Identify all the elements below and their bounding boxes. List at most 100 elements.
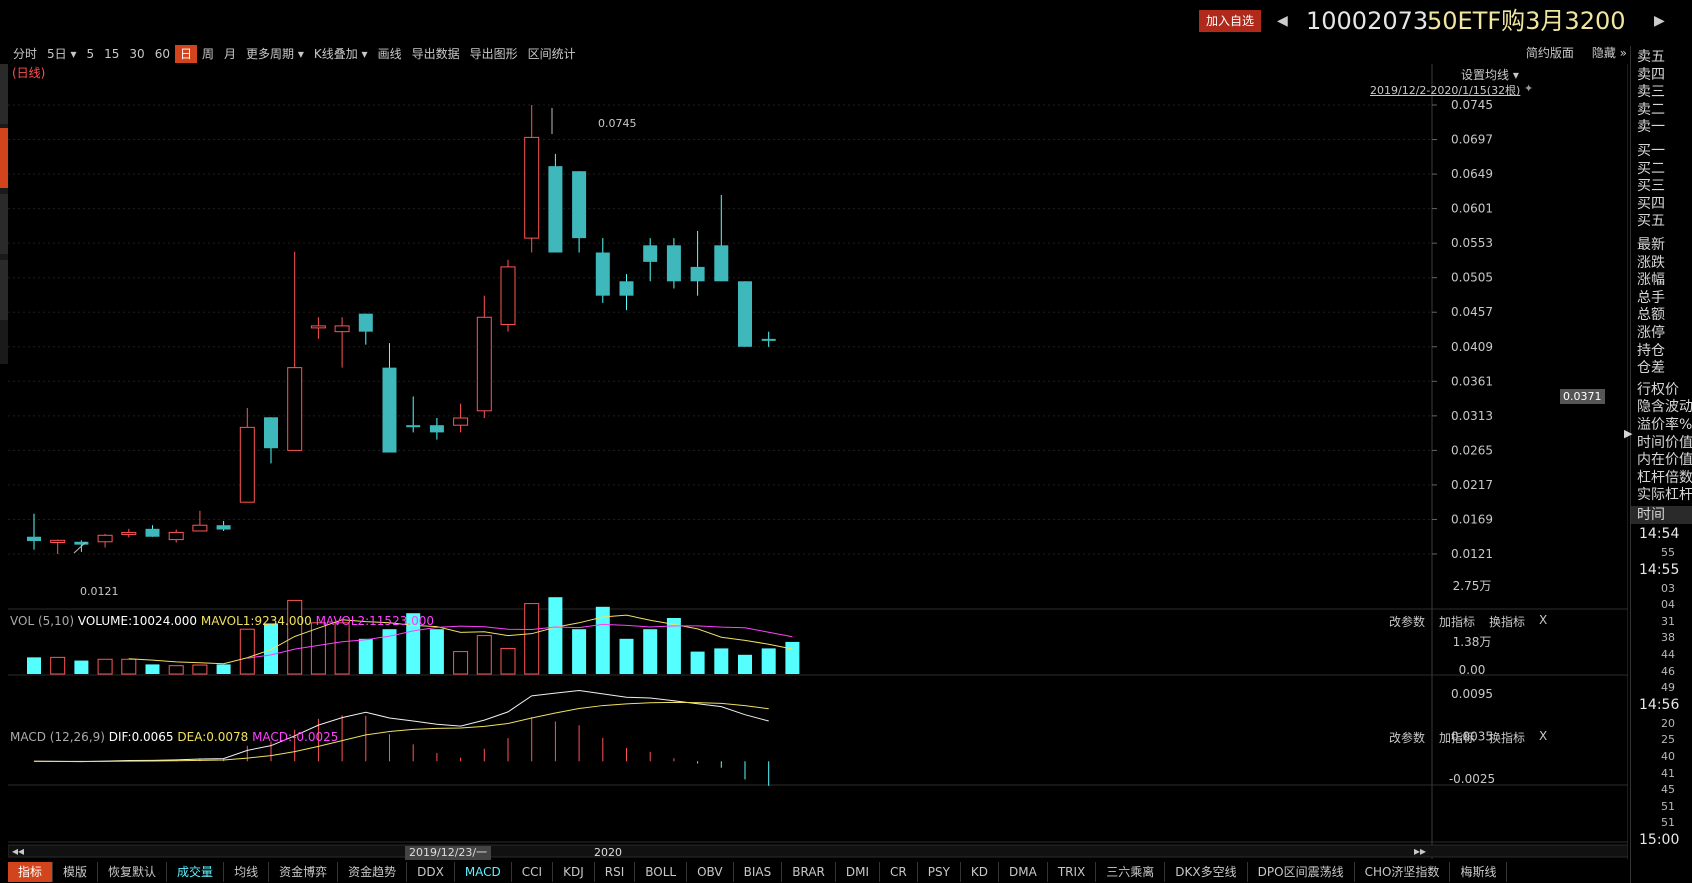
indicator-tab[interactable]: CCI	[512, 862, 554, 882]
vol-change-indicator-button[interactable]: 换指标	[1489, 613, 1525, 630]
vol-close-button[interactable]: X	[1539, 613, 1547, 630]
indicator-tab[interactable]: 均线	[224, 862, 270, 882]
quote-label: 卖三	[1637, 84, 1665, 101]
toolbar-item[interactable]: 15	[99, 45, 124, 63]
indicator-tab[interactable]: 资金博弈	[269, 862, 339, 882]
toolbar-item[interactable]: 30	[124, 45, 149, 63]
toolbar-item[interactable]: 分时	[8, 45, 42, 63]
set-ma-dropdown[interactable]: 设置均线 ▾	[1461, 66, 1519, 83]
pin-icon[interactable]: ✦	[1524, 82, 1533, 95]
indicator-tab[interactable]: 资金趋势	[338, 862, 408, 882]
toolbar-item[interactable]: 月	[219, 45, 241, 63]
macd-change-indicator-button[interactable]: 换指标	[1489, 729, 1525, 746]
candle-body	[264, 417, 278, 449]
quote-label: 卖一	[1637, 119, 1665, 136]
indicator-tab[interactable]: 梅斯线	[1450, 862, 1508, 882]
indicator-tab[interactable]: CR	[880, 862, 918, 882]
vol-mavol2: MAVOL2:11523.000	[315, 614, 435, 628]
simple-layout-button[interactable]: 简约版面	[1521, 44, 1579, 62]
indicator-tab[interactable]: CHO济坚指数	[1355, 862, 1451, 882]
tick-time: 49	[1661, 681, 1675, 695]
macd-edit-params-button[interactable]: 改参数	[1389, 729, 1425, 746]
toolbar-item[interactable]: K线叠加 ▾	[309, 45, 373, 63]
volume-bar	[619, 638, 634, 674]
vol-volume: VOLUME:10024.000	[77, 614, 198, 628]
indicator-tab[interactable]: KD	[961, 862, 1000, 882]
hide-panel-button[interactable]: 隐藏 »	[1587, 44, 1632, 62]
toolbar-right: 简约版面 隐藏 »	[1521, 44, 1632, 62]
candle-body	[192, 524, 208, 532]
scroll-left-icon: ◂◂	[12, 844, 24, 858]
vol-edit-params-button[interactable]: 改参数	[1389, 613, 1425, 630]
indicator-tab[interactable]: MACD	[455, 862, 512, 882]
indicator-tab[interactable]: DKX多空线	[1165, 862, 1248, 882]
tick-time: 40	[1661, 750, 1675, 763]
indicator-tab[interactable]: RSI	[595, 862, 636, 882]
panel-toggle-icon[interactable]: ▶	[1624, 426, 1632, 442]
quote-label: 总额	[1637, 307, 1665, 324]
low-price-annotation: 0.0121	[80, 585, 119, 598]
indicator-tab[interactable]: DDX	[407, 862, 455, 882]
quote-label: 卖四	[1637, 66, 1665, 83]
indicator-tab[interactable]: KDJ	[553, 862, 595, 882]
toolbar-item[interactable]: 5	[82, 45, 100, 63]
candle-body	[334, 325, 350, 333]
toolbar-item[interactable]: 5日 ▾	[42, 45, 81, 63]
toolbar-item[interactable]: 导出图形	[465, 45, 523, 63]
volume-bar	[572, 629, 587, 674]
indicator-tab[interactable]: 指标	[8, 862, 54, 882]
toolbar-item[interactable]: 区间统计	[523, 45, 581, 63]
indicator-tab[interactable]: DMI	[836, 862, 881, 882]
quote-label: 持仓	[1637, 342, 1665, 359]
left-rail[interactable]	[0, 64, 8, 364]
next-security-icon[interactable]: ▶	[1654, 10, 1666, 32]
candle-body	[619, 281, 634, 296]
volume-bar	[500, 647, 516, 675]
price-tick-label: 0.0361	[1451, 374, 1493, 388]
candle-body	[738, 281, 752, 347]
indicator-tab[interactable]: PSY	[918, 862, 961, 882]
volume-bar	[358, 638, 373, 674]
tick-time: 03	[1661, 581, 1675, 595]
tick-time: 14:54	[1639, 526, 1680, 542]
indicator-tab[interactable]: DPO区间震荡线	[1248, 862, 1355, 882]
volume-bar	[264, 623, 278, 674]
volume-bar	[168, 665, 184, 675]
toolbar-item[interactable]: 画线	[373, 45, 407, 63]
indicator-tab[interactable]: BRAR	[782, 862, 836, 882]
vol-add-indicator-button[interactable]: 加指标	[1439, 613, 1475, 630]
scroll-right-icon: ▸▸	[1414, 844, 1426, 858]
volume-bar	[50, 656, 66, 675]
macd-name: MACD (12,26,9)	[10, 730, 105, 744]
volume-ma-line	[247, 623, 793, 659]
current-price-tag: 0.0371	[1560, 389, 1605, 404]
toolbar-item[interactable]: 周	[197, 45, 219, 63]
indicator-tab[interactable]: 模版	[53, 862, 99, 882]
candle-body	[145, 528, 160, 537]
horizontal-scrollbar	[8, 844, 1628, 858]
toolbar-item[interactable]: 60	[150, 45, 175, 63]
volume-bar	[476, 635, 492, 675]
price-tick-label: 0.0121	[1451, 547, 1493, 561]
indicator-tab[interactable]: 成交量	[167, 862, 225, 882]
indicator-tab[interactable]: 恢复默认	[98, 862, 168, 882]
indicator-tab[interactable]: DMA	[999, 862, 1048, 882]
toolbar-item[interactable]: 日	[174, 45, 197, 63]
indicator-tab[interactable]: BOLL	[635, 862, 688, 882]
indicator-tab[interactable]: BIAS	[734, 862, 783, 882]
previous-security-icon[interactable]: ◀	[1277, 10, 1289, 32]
macd-tick-label: 0.0095	[1451, 687, 1493, 701]
tick-time: 51	[1661, 799, 1675, 813]
macd-close-button[interactable]: X	[1539, 729, 1547, 746]
indicator-tab[interactable]: 三六乘离	[1096, 862, 1166, 882]
toolbar-item[interactable]: 更多周期 ▾	[241, 45, 309, 63]
indicator-tab[interactable]: TRIX	[1048, 862, 1097, 882]
indicator-tab[interactable]: OBV	[687, 862, 734, 882]
volume-tick-label: 1.38万	[1453, 635, 1492, 649]
add-favorite-button[interactable]: 加入自选	[1199, 10, 1261, 32]
macd-add-indicator-button[interactable]: 加指标	[1439, 729, 1475, 746]
quote-panel: 卖五 卖四 卖三 卖二 卖一 买一 买二 买三 买四 买五 最新 涨跌 涨幅 总手 总额 涨停 持仓 仓差 行权价隐…	[1624, 46, 1692, 883]
quote-label: 时间价值	[1637, 434, 1692, 451]
toolbar-item[interactable]: 导出数据	[407, 45, 465, 63]
volume-bar	[287, 599, 303, 675]
